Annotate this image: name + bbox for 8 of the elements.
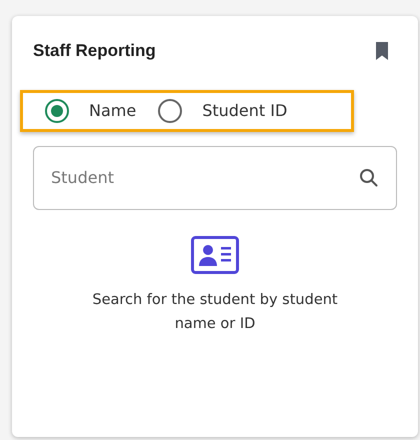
radio-option[interactable]: Name [45,98,148,122]
search-field[interactable]: Student [33,146,397,210]
search-icon[interactable] [359,168,379,188]
bookmark-icon[interactable] [375,42,389,60]
card-title: Staff Reporting [33,40,156,62]
empty-state-message: Search for the student by student name or ID [91,290,339,334]
id-card-icon [191,236,239,274]
radio-option[interactable]: Student ID [158,98,300,122]
